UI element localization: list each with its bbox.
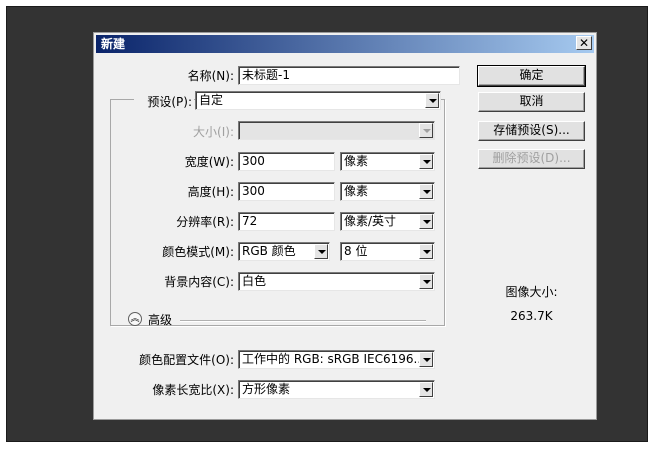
chevron-down-icon[interactable]: [419, 154, 433, 169]
width-unit-value: 像素: [344, 154, 369, 168]
size-select: [238, 121, 435, 140]
size-label: 大小(I):: [193, 125, 234, 139]
close-icon: ✕: [578, 36, 590, 50]
delete-preset-button: 删除预设(D)...: [478, 149, 585, 169]
pixel-aspect-select[interactable]: 方形像素: [238, 380, 435, 399]
chevron-down-icon[interactable]: [425, 93, 439, 108]
pixel-aspect-value: 方形像素: [242, 382, 291, 396]
save-preset-button[interactable]: 存储预设(S)...: [478, 121, 585, 141]
cancel-button[interactable]: 取消: [478, 92, 585, 112]
new-document-dialog: 新建 ✕ 名称(N): 未标题-1 预设(P): 自定 大小(I): 宽度(W)…: [93, 32, 597, 420]
preset-select[interactable]: 自定: [195, 91, 441, 110]
background-select[interactable]: 白色: [238, 272, 435, 291]
advanced-toggle[interactable]: ︽: [128, 312, 142, 326]
height-input[interactable]: 300: [238, 182, 335, 201]
dialog-title: 新建: [101, 37, 126, 51]
chevron-up-icon: ︽: [130, 314, 140, 324]
screenshot-frame: 新建 ✕ 名称(N): 未标题-1 预设(P): 自定 大小(I): 宽度(W)…: [6, 6, 648, 442]
resolution-label: 分辨率(R):: [176, 215, 234, 229]
advanced-label[interactable]: 高级: [148, 312, 172, 328]
background-value: 白色: [242, 274, 267, 288]
resolution-unit-select[interactable]: 像素/英寸: [340, 212, 435, 231]
resolution-unit-value: 像素/英寸: [344, 214, 397, 228]
bit-depth-value: 8 位: [344, 244, 368, 258]
height-unit-value: 像素: [344, 184, 369, 198]
color-profile-select[interactable]: 工作中的 RGB: sRGB IEC6196...: [238, 350, 435, 369]
chevron-down-icon[interactable]: [419, 352, 433, 367]
chevron-down-icon[interactable]: [419, 214, 433, 229]
color-profile-label: 颜色配置文件(O):: [139, 353, 234, 367]
chevron-down-icon[interactable]: [419, 244, 433, 259]
chevron-down-icon: [419, 123, 433, 138]
preset-label: 预设(P):: [134, 94, 194, 110]
chevron-down-icon[interactable]: [419, 274, 433, 289]
close-button[interactable]: ✕: [576, 36, 592, 50]
resolution-input[interactable]: 72: [238, 212, 335, 231]
chevron-down-icon[interactable]: [419, 184, 433, 199]
image-size-label: 图像大小:: [505, 285, 558, 299]
title-bar[interactable]: 新建 ✕: [96, 35, 594, 53]
advanced-divider: [180, 320, 426, 322]
background-label: 背景内容(C):: [164, 275, 234, 289]
height-unit-select[interactable]: 像素: [340, 182, 435, 201]
width-input[interactable]: 300: [238, 152, 335, 171]
width-unit-select[interactable]: 像素: [340, 152, 435, 171]
color-mode-label: 颜色模式(M):: [162, 245, 234, 259]
color-profile-value: 工作中的 RGB: sRGB IEC6196...: [242, 352, 425, 366]
ok-button[interactable]: 确定: [477, 65, 586, 87]
height-label: 高度(H):: [187, 185, 234, 199]
name-input[interactable]: 未标题-1: [238, 66, 460, 85]
chevron-down-icon[interactable]: [314, 244, 328, 259]
color-mode-value: RGB 颜色: [242, 244, 296, 258]
preset-value: 自定: [199, 93, 224, 107]
image-size-value: 263.7K: [510, 309, 553, 323]
pixel-aspect-label: 像素长宽比(X):: [152, 383, 234, 397]
color-mode-select[interactable]: RGB 颜色: [238, 242, 330, 261]
chevron-down-icon[interactable]: [419, 382, 433, 397]
bit-depth-select[interactable]: 8 位: [340, 242, 435, 261]
width-label: 宽度(W):: [184, 155, 234, 169]
name-label: 名称(N):: [187, 69, 234, 83]
